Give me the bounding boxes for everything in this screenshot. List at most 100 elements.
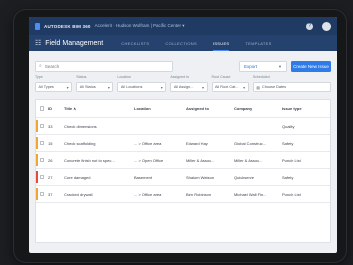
- row-checkbox[interactable]: [39, 140, 45, 146]
- filter-label: Scheduled: [252, 75, 270, 79]
- priority-indicator: [36, 171, 38, 183]
- status-select[interactable]: All Status ▾: [76, 82, 114, 92]
- select-all-cell: [36, 106, 48, 111]
- filter-location: Location All Locations ▾: [117, 75, 167, 97]
- filter-value: All Locations: [120, 85, 143, 89]
- filter-label: Assigned to: [170, 75, 190, 79]
- cell-company: Michael Wall Fin...: [234, 191, 267, 197]
- search-icon: ⌕: [39, 63, 42, 69]
- cell-assigned: Miller & Assoc...: [186, 157, 215, 163]
- assigned-select[interactable]: All Assign... ▾: [170, 82, 208, 92]
- priority-indicator: [36, 120, 38, 132]
- cell-id: 33: [48, 123, 53, 129]
- help-icon[interactable]: ?: [306, 22, 313, 30]
- date-picker[interactable]: ▦ Choose Dates: [252, 82, 331, 92]
- cell-title[interactable]: Check dimensions: [64, 124, 134, 129]
- export-dropdown[interactable]: Export ▼: [239, 60, 287, 72]
- priority-indicator: [36, 154, 38, 166]
- header-location[interactable]: Location: [134, 106, 186, 111]
- filter-status: Status All Status ▾: [76, 75, 114, 97]
- row-check-cell: [36, 140, 48, 146]
- header-company[interactable]: Company: [234, 106, 282, 111]
- cell-company: Global Construc...: [234, 140, 267, 146]
- cell-title[interactable]: Check scaffolding: [64, 141, 134, 146]
- tab-templates[interactable]: TEMPLATES: [245, 35, 271, 51]
- app-title: Field Management: [45, 39, 104, 47]
- calendar-icon: ▦: [256, 84, 260, 90]
- filter-root-cause: Root Cause All Root Cat... ▾: [211, 75, 249, 97]
- app-screen: AUTODESK BIM 360 Accelerit · Hudson Wolf…: [29, 17, 337, 253]
- chevron-down-icon: ▼: [278, 63, 282, 69]
- table-row[interactable]: 37 Cracked drywall ... > Office area Ben…: [36, 186, 330, 203]
- cell-id: 37: [48, 191, 53, 197]
- project-breadcrumb[interactable]: Accelerit · Hudson Wolfram | Pacific Cen…: [95, 23, 185, 29]
- header-id[interactable]: ID: [48, 106, 64, 111]
- filter-scheduled: Scheduled ▦ Choose Dates: [252, 75, 331, 97]
- row-checkbox[interactable]: [39, 174, 45, 180]
- cell-id: 15: [48, 140, 53, 146]
- header-type[interactable]: Issue type: [282, 106, 320, 111]
- type-select[interactable]: All Types ▾: [35, 82, 73, 92]
- table-row[interactable]: 27 Cure damaged Basement Shalom Watson Q…: [36, 169, 330, 186]
- top-bar: AUTODESK BIM 360 Accelerit · Hudson Wolf…: [29, 17, 337, 35]
- row-checkbox[interactable]: [39, 191, 45, 197]
- create-issue-button[interactable]: Create New Issue: [291, 60, 331, 72]
- cell-location: Basement: [134, 174, 153, 180]
- row-check-cell: [36, 191, 48, 197]
- row-checkbox[interactable]: [39, 123, 45, 129]
- row-check-cell: [36, 174, 48, 180]
- filter-value: All Root Cat...: [215, 85, 239, 89]
- filter-value: Choose Dates: [261, 85, 287, 89]
- cell-type: Punch List: [282, 191, 301, 197]
- filter-value: All Status: [79, 85, 96, 89]
- row-checkbox[interactable]: [39, 157, 45, 163]
- priority-indicator: [36, 137, 38, 149]
- header-title[interactable]: Title ∧: [64, 106, 134, 111]
- chevron-down-icon: ▾: [243, 84, 246, 90]
- filter-label: Type: [35, 75, 43, 79]
- filter-label: Status: [76, 75, 87, 79]
- table-row[interactable]: 26 Concrete finish not to spec... ... > …: [36, 152, 330, 169]
- row-check-cell: [36, 123, 48, 129]
- filter-value: All Types: [38, 85, 54, 89]
- issues-toolbar: ⌕ Export ▼ Create New Issue: [35, 59, 331, 73]
- cell-location: ... > Office area: [134, 191, 162, 197]
- cell-type: Safety: [282, 174, 294, 180]
- table-header: ID Title ∧ Location Assigned to Company …: [36, 100, 330, 118]
- issues-table: ID Title ∧ Location Assigned to Company …: [35, 99, 331, 243]
- search-box[interactable]: ⌕: [35, 60, 173, 72]
- cell-company: Miller & Assoc...: [234, 157, 263, 163]
- filter-assigned: Assigned to All Assign... ▾: [170, 75, 208, 97]
- priority-indicator: [36, 188, 38, 200]
- chevron-down-icon: ▾: [201, 84, 204, 90]
- cell-location: ... > Office area: [134, 140, 162, 146]
- select-all-checkbox[interactable]: [39, 106, 45, 111]
- tab-issues[interactable]: ISSUES: [212, 35, 230, 51]
- tab-collections[interactable]: COLLECTIONS: [165, 35, 197, 51]
- cell-title[interactable]: Cure damaged: [64, 175, 134, 180]
- cell-type: Quality: [282, 123, 295, 129]
- brand-name: AUTODESK BIM 360: [44, 23, 91, 29]
- cell-id: 26: [48, 157, 53, 163]
- filter-label: Root Cause: [211, 75, 231, 79]
- cell-assigned: Shalom Watson: [186, 174, 215, 180]
- module-nav: ☷ Field Management CHECKLISTS COLLECTION…: [29, 35, 337, 51]
- cell-location: ... > Open Office: [134, 157, 164, 163]
- search-input[interactable]: [44, 63, 169, 69]
- chevron-down-icon: ▾: [107, 84, 110, 90]
- header-assigned[interactable]: Assigned to: [186, 106, 234, 111]
- chevron-down-icon: ▾: [160, 84, 163, 90]
- app-grid-icon[interactable]: ☷: [35, 39, 41, 47]
- root-cause-select[interactable]: All Root Cat... ▾: [211, 82, 249, 92]
- nav-tabs: CHECKLISTS COLLECTIONS ISSUES TEMPLATES: [121, 35, 271, 51]
- cell-title[interactable]: Concrete finish not to spec...: [64, 158, 134, 163]
- tab-checklists[interactable]: CHECKLISTS: [121, 35, 149, 51]
- table-row[interactable]: 33 Check dimensions Quality: [36, 118, 330, 135]
- row-check-cell: [36, 157, 48, 163]
- user-avatar[interactable]: [322, 21, 331, 31]
- table-row[interactable]: 15 Check scaffolding ... > Office area E…: [36, 135, 330, 152]
- cell-title[interactable]: Cracked drywall: [64, 192, 134, 197]
- chevron-down-icon: ▾: [66, 84, 69, 90]
- location-select[interactable]: All Locations ▾: [117, 82, 167, 92]
- autodesk-logo-icon: [35, 22, 40, 30]
